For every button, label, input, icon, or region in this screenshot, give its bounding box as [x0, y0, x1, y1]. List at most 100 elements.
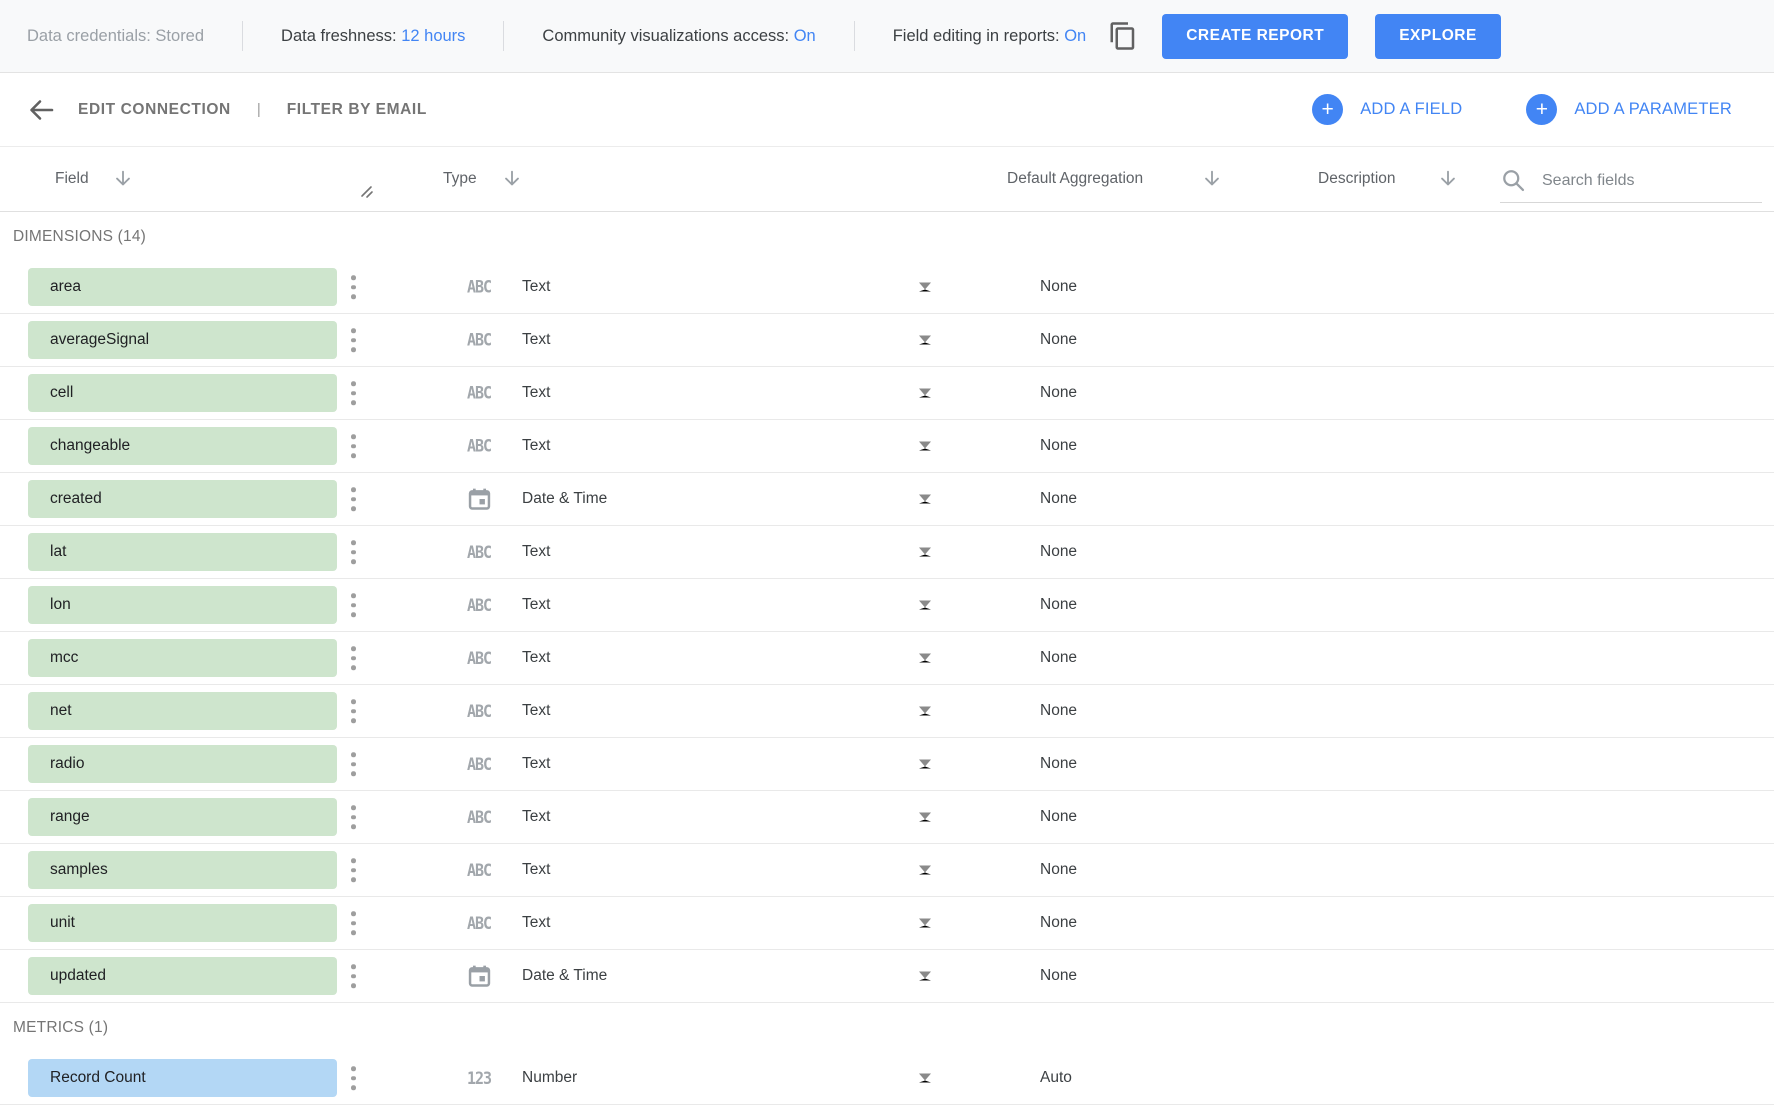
field-chip[interactable]: unit	[28, 904, 337, 942]
type-dropdown-icon[interactable]	[919, 919, 931, 928]
field-type-label[interactable]: Text	[522, 861, 550, 879]
more-options-button[interactable]	[347, 907, 360, 939]
field-editing-value[interactable]: On	[1064, 27, 1086, 45]
more-options-button[interactable]	[347, 324, 360, 356]
sort-aggregation-button[interactable]	[1201, 168, 1223, 190]
type-dropdown-icon[interactable]	[919, 336, 931, 345]
field-type-label[interactable]: Text	[522, 384, 550, 402]
type-dropdown-icon[interactable]	[919, 813, 931, 822]
more-options-button[interactable]	[347, 801, 360, 833]
create-report-button[interactable]: CREATE REPORT	[1162, 14, 1348, 59]
field-type-label[interactable]: Text	[522, 914, 550, 932]
aggregation-value[interactable]: None	[1040, 755, 1077, 773]
data-freshness-value[interactable]: 12 hours	[401, 27, 465, 45]
field-type-label[interactable]: Text	[522, 278, 550, 296]
arrow-down-icon	[112, 168, 134, 190]
type-dropdown-icon[interactable]	[919, 601, 931, 610]
search-icon	[1500, 167, 1527, 194]
aggregation-value[interactable]: None	[1040, 543, 1077, 561]
field-row: unit ABC Text None	[0, 897, 1774, 950]
add-a-parameter-button[interactable]: + ADD A PARAMETER	[1526, 94, 1732, 125]
more-options-button[interactable]	[347, 536, 360, 568]
type-dropdown-icon[interactable]	[919, 495, 931, 504]
aggregation-value[interactable]: None	[1040, 914, 1077, 932]
field-chip[interactable]: samples	[28, 851, 337, 889]
type-dropdown-icon[interactable]	[919, 283, 931, 292]
aggregation-value[interactable]: None	[1040, 490, 1077, 508]
field-chip-label: mcc	[50, 649, 78, 667]
back-button[interactable]	[24, 93, 58, 127]
field-type-label[interactable]: Text	[522, 596, 550, 614]
field-type-label[interactable]: Text	[522, 543, 550, 561]
more-options-button[interactable]	[347, 695, 360, 727]
aggregation-value[interactable]: None	[1040, 808, 1077, 826]
field-type-label[interactable]: Text	[522, 437, 550, 455]
type-dropdown-icon[interactable]	[919, 707, 931, 716]
more-options-button[interactable]	[347, 854, 360, 886]
more-options-button[interactable]	[347, 271, 360, 303]
field-type-label[interactable]: Text	[522, 331, 550, 349]
aggregation-value[interactable]: Auto	[1040, 1069, 1072, 1087]
type-dropdown-icon[interactable]	[919, 442, 931, 451]
aggregation-value[interactable]: None	[1040, 649, 1077, 667]
field-chip[interactable]: cell	[28, 374, 337, 412]
field-type-label[interactable]: Date & Time	[522, 967, 607, 985]
field-chip[interactable]: radio	[28, 745, 337, 783]
field-chip[interactable]: Record Count	[28, 1059, 337, 1097]
field-column-resize-handle[interactable]	[360, 185, 374, 199]
field-chip-label: averageSignal	[50, 331, 149, 349]
explore-button[interactable]: EXPLORE	[1375, 14, 1501, 59]
type-dropdown-icon[interactable]	[919, 760, 931, 769]
field-chip[interactable]: created	[28, 480, 337, 518]
field-type-label[interactable]: Number	[522, 1069, 577, 1087]
field-chip[interactable]: updated	[28, 957, 337, 995]
add-a-parameter-label: ADD A PARAMETER	[1574, 100, 1732, 119]
filter-by-email-button[interactable]: FILTER BY EMAIL	[287, 101, 427, 119]
type-dropdown-icon[interactable]	[919, 1074, 931, 1083]
sort-type-button[interactable]	[501, 168, 523, 190]
field-type-label[interactable]: Text	[522, 755, 550, 773]
type-dropdown-icon[interactable]	[919, 389, 931, 398]
field-chip[interactable]: lat	[28, 533, 337, 571]
type-dropdown-icon[interactable]	[919, 866, 931, 875]
aggregation-value[interactable]: None	[1040, 437, 1077, 455]
more-options-button[interactable]	[347, 430, 360, 462]
text-abc-icon: ABC	[467, 542, 491, 563]
aggregation-value[interactable]: None	[1040, 861, 1077, 879]
field-chip[interactable]: range	[28, 798, 337, 836]
aggregation-value[interactable]: None	[1040, 967, 1077, 985]
field-chip[interactable]: changeable	[28, 427, 337, 465]
more-options-button[interactable]	[347, 483, 360, 515]
more-options-button[interactable]	[347, 377, 360, 409]
field-type-label[interactable]: Text	[522, 649, 550, 667]
aggregation-value[interactable]: None	[1040, 331, 1077, 349]
more-options-button[interactable]	[347, 589, 360, 621]
field-chip[interactable]: mcc	[28, 639, 337, 677]
field-chip-label: Record Count	[50, 1069, 146, 1087]
field-chip[interactable]: lon	[28, 586, 337, 624]
edit-connection-button[interactable]: EDIT CONNECTION	[78, 101, 231, 119]
aggregation-value[interactable]: None	[1040, 384, 1077, 402]
field-chip[interactable]: area	[28, 268, 337, 306]
add-a-field-button[interactable]: + ADD A FIELD	[1312, 94, 1462, 125]
more-options-button[interactable]	[347, 748, 360, 780]
field-type-label[interactable]: Text	[522, 702, 550, 720]
type-dropdown-icon[interactable]	[919, 972, 931, 981]
search-input[interactable]	[1542, 172, 1752, 190]
type-dropdown-icon[interactable]	[919, 548, 931, 557]
field-chip[interactable]: net	[28, 692, 337, 730]
more-options-button[interactable]	[347, 960, 360, 992]
more-options-button[interactable]	[347, 642, 360, 674]
more-options-button[interactable]	[347, 1062, 360, 1094]
field-type-label[interactable]: Date & Time	[522, 490, 607, 508]
sort-description-button[interactable]	[1437, 168, 1459, 190]
field-type-label[interactable]: Text	[522, 808, 550, 826]
sort-field-button[interactable]	[112, 168, 134, 190]
aggregation-value[interactable]: None	[1040, 596, 1077, 614]
copy-button[interactable]	[1106, 19, 1140, 53]
community-viz-access-value[interactable]: On	[794, 27, 816, 45]
aggregation-value[interactable]: None	[1040, 278, 1077, 296]
field-chip[interactable]: averageSignal	[28, 321, 337, 359]
aggregation-value[interactable]: None	[1040, 702, 1077, 720]
type-dropdown-icon[interactable]	[919, 654, 931, 663]
